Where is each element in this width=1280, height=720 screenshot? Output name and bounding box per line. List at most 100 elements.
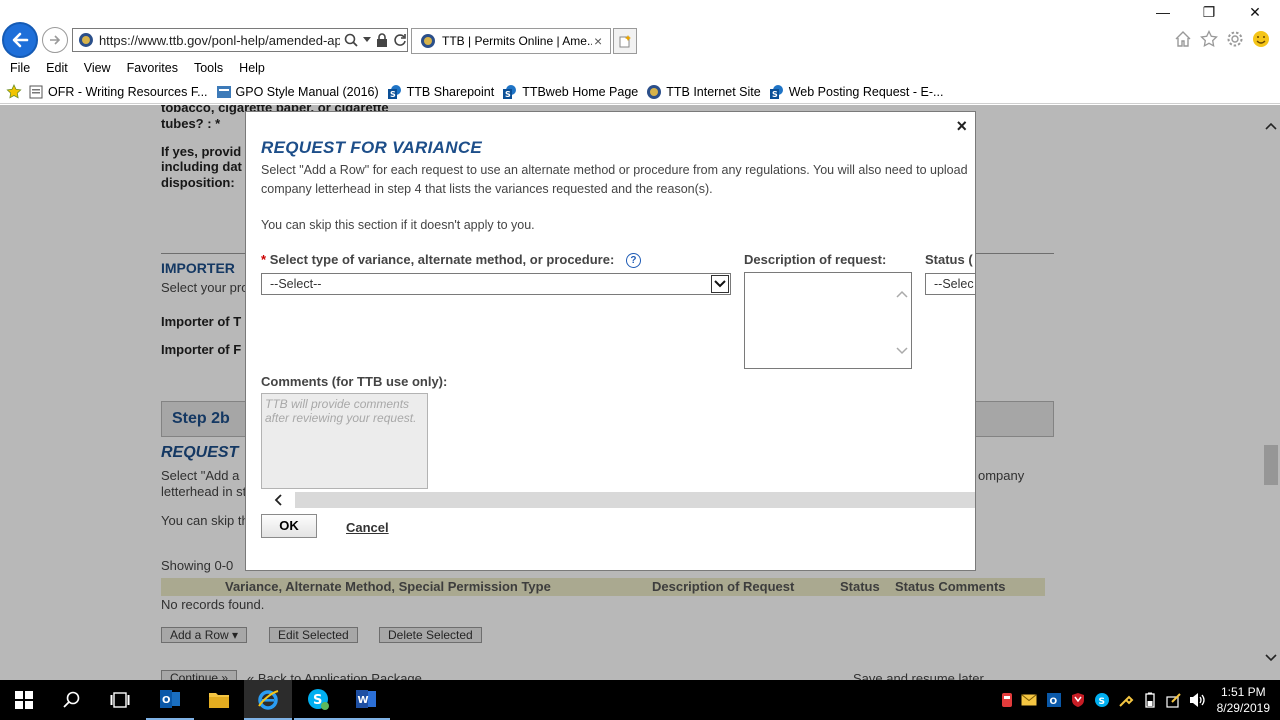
skype-taskbar-button[interactable]: S [294, 680, 342, 720]
scroll-down-icon[interactable] [896, 344, 908, 358]
maximize-button[interactable]: ❐ [1194, 4, 1224, 21]
dropdown-icon[interactable] [363, 37, 371, 43]
intro-line: Select "Add a Row" for each request to u… [261, 163, 968, 177]
menu-bar: File Edit View Favorites Tools Help [0, 58, 1280, 78]
url-text[interactable]: https://www.ttb.gov/ponl-help/amended-ap… [99, 33, 340, 48]
menu-help[interactable]: Help [239, 61, 265, 75]
start-button[interactable] [0, 680, 48, 720]
variance-type-select[interactable]: --Select-- [261, 273, 731, 295]
add-favorite-star-icon[interactable] [6, 83, 22, 100]
new-tab-button[interactable] [613, 28, 637, 54]
feedback-smiley-icon[interactable] [1252, 30, 1270, 48]
fav-gpo-style-manual[interactable]: GPO Style Manual (2016) [216, 84, 379, 100]
close-dialog-icon[interactable]: × [956, 116, 967, 137]
gear-icon[interactable] [1226, 30, 1244, 48]
fav-ttb-internet-site[interactable]: TTB Internet Site [646, 84, 761, 100]
windows-logo-icon [15, 691, 33, 709]
favorites-bar: OFR - Writing Resources F... GPO Style M… [0, 80, 1280, 104]
svg-text:S: S [505, 90, 511, 99]
close-window-button[interactable]: ✕ [1240, 4, 1270, 21]
tab-close-icon[interactable]: × [594, 33, 602, 49]
task-view-icon [110, 692, 130, 708]
shield-icon[interactable] [1069, 692, 1087, 708]
tab-ttb-permits[interactable]: TTB | Permits Online | Ame... × [411, 28, 611, 54]
clock-date: 8/29/2019 [1216, 701, 1270, 715]
dialog-horizontal-scrollbar[interactable] [261, 492, 975, 508]
menu-view[interactable]: View [84, 61, 111, 75]
ok-button[interactable]: OK [261, 514, 317, 538]
word-taskbar-button[interactable]: W [342, 680, 390, 720]
back-arrow-icon [12, 32, 29, 48]
pen-workspace-icon[interactable] [1165, 692, 1183, 708]
fav-ttbweb-home[interactable]: S TTBweb Home Page [502, 84, 638, 100]
scroll-left-icon[interactable] [261, 492, 295, 508]
search-button[interactable] [48, 680, 96, 720]
ttb-seal-icon [646, 84, 662, 100]
fav-ttb-sharepoint[interactable]: S TTB Sharepoint [387, 84, 494, 100]
gpo-icon [216, 84, 232, 100]
sharepoint-icon: S [769, 84, 785, 100]
lock-icon[interactable] [376, 33, 388, 47]
fav-label: OFR - Writing Resources F... [48, 84, 208, 99]
fav-label: GPO Style Manual (2016) [235, 84, 379, 99]
battery-icon[interactable] [1141, 692, 1159, 708]
internet-explorer-icon [258, 690, 279, 710]
outlook-taskbar-button[interactable]: O [146, 680, 194, 720]
tray-app-icon[interactable] [998, 692, 1016, 708]
back-button[interactable] [2, 22, 38, 58]
skype-icon: S [308, 689, 329, 710]
outlook-tray-icon[interactable]: O [1045, 692, 1063, 708]
fav-web-posting-request[interactable]: S Web Posting Request - E-... [769, 84, 944, 100]
menu-file[interactable]: File [10, 61, 30, 75]
menu-edit[interactable]: Edit [46, 61, 68, 75]
description-textarea[interactable] [744, 272, 912, 369]
scroll-up-icon[interactable] [896, 287, 908, 301]
svg-text:O: O [162, 695, 171, 706]
svg-text:O: O [1050, 697, 1058, 707]
favorites-star-icon[interactable] [1200, 30, 1218, 48]
menu-favorites[interactable]: Favorites [127, 61, 178, 75]
folder-icon [209, 693, 229, 708]
dialog-intro: Select "Add a Row" for each request to u… [261, 161, 975, 199]
home-icon[interactable] [1174, 30, 1192, 48]
word-icon: W [356, 690, 376, 708]
internet-explorer-taskbar-button[interactable] [244, 680, 292, 720]
svg-text:S: S [772, 90, 778, 99]
task-view-button[interactable] [96, 680, 144, 720]
new-tab-icon [619, 35, 631, 48]
fav-label: Web Posting Request - E-... [788, 84, 944, 99]
ttb-seal-icon [78, 33, 93, 47]
search-icon[interactable] [344, 33, 358, 47]
address-bar[interactable]: https://www.ttb.gov/ponl-help/amended-ap… [72, 28, 408, 52]
file-explorer-taskbar-button[interactable] [195, 680, 243, 720]
network-tool-icon[interactable] [1117, 692, 1135, 708]
fav-label: TTBweb Home Page [522, 84, 639, 99]
svg-text:S: S [390, 90, 396, 99]
windows-taskbar: O S W O S 1:51 PM 8/29/2019 [0, 680, 1280, 720]
browser-toolbar-icons [1174, 30, 1270, 48]
ttb-seal-icon [421, 34, 435, 48]
fav-ofr-writing-resources[interactable]: OFR - Writing Resources F... [28, 84, 208, 100]
fav-label: TTB Internet Site [666, 84, 761, 99]
forward-arrow-icon [50, 35, 61, 45]
volume-icon[interactable] [1189, 692, 1207, 708]
dialog-title: REQUEST FOR VARIANCE [261, 138, 483, 157]
mail-icon[interactable] [1020, 692, 1038, 708]
taskbar-clock[interactable]: 1:51 PM 8/29/2019 [1217, 684, 1270, 716]
sharepoint-icon: S [502, 84, 518, 100]
skype-tray-icon[interactable]: S [1093, 692, 1111, 708]
forward-button[interactable] [42, 27, 68, 53]
select-value: --Select-- [270, 277, 322, 291]
search-icon [63, 691, 80, 708]
required-asterisk: * [261, 252, 267, 267]
refresh-icon[interactable] [393, 33, 407, 47]
menu-tools[interactable]: Tools [194, 61, 223, 75]
chevron-down-icon[interactable] [711, 275, 729, 293]
cancel-link[interactable]: Cancel [346, 520, 389, 535]
sharepoint-icon: S [387, 84, 403, 100]
skip-note: You can skip this section if it doesn't … [261, 218, 535, 232]
status-select[interactable]: --Selec [925, 273, 975, 295]
minimize-button[interactable]: — [1148, 4, 1178, 20]
help-icon[interactable]: ? [625, 253, 641, 269]
comments-textarea: TTB will provide comments after reviewin… [261, 393, 428, 489]
